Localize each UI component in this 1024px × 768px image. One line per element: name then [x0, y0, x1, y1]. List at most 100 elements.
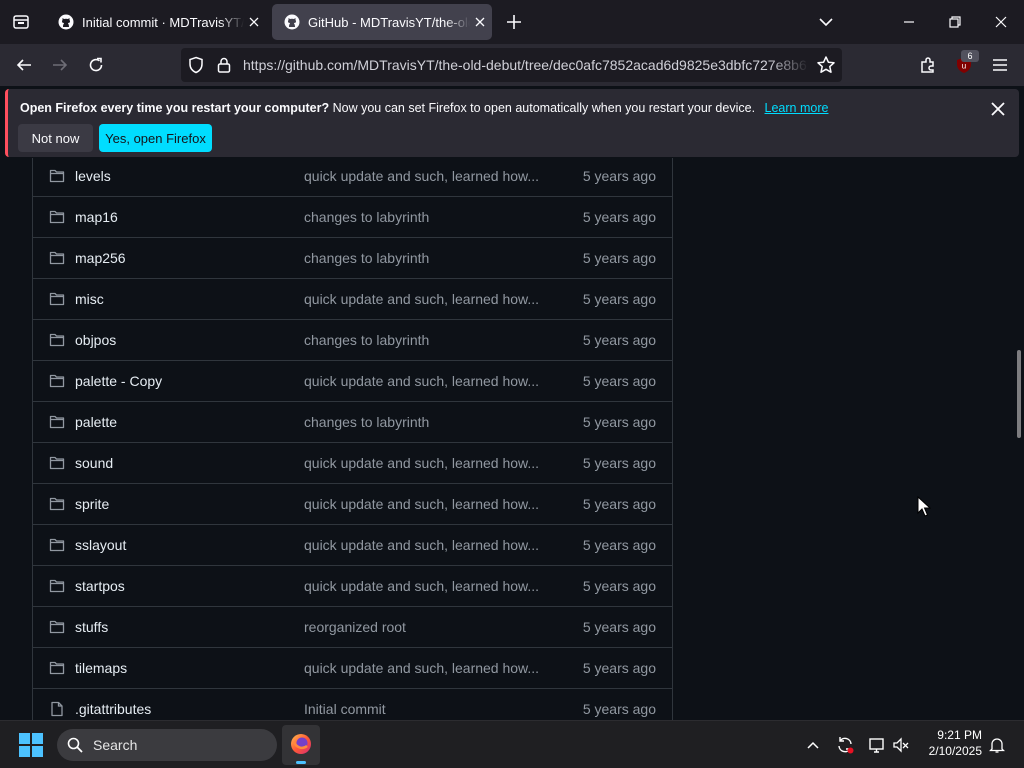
network-tray-button[interactable]: [865, 733, 889, 757]
folder-icon: [49, 660, 65, 676]
sync-tray-button[interactable]: [833, 733, 857, 757]
file-name-link[interactable]: tilemaps: [75, 648, 127, 688]
minimize-icon: [904, 21, 914, 23]
file-name-link[interactable]: map256: [75, 238, 126, 278]
close-tab-icon[interactable]: [472, 14, 488, 30]
commit-message-link[interactable]: changes to labyrinth: [304, 402, 429, 442]
puzzle-piece-icon: [921, 57, 934, 73]
system-clock[interactable]: 9:21 PM 2/10/2025: [918, 727, 982, 759]
github-icon: [58, 14, 74, 30]
file-row: map16 changes to labyrinth 5 years ago: [33, 197, 672, 238]
commit-age: 5 years ago: [582, 250, 656, 266]
commit-message-link[interactable]: quick update and such, learned how...: [304, 279, 539, 319]
notification-text: Now you can set Firefox to open automati…: [332, 101, 756, 115]
running-indicator: [296, 761, 306, 764]
firefox-icon: [291, 734, 311, 754]
close-tab-icon[interactable]: [246, 14, 262, 30]
network-icon: [869, 738, 884, 753]
commit-age: 5 years ago: [582, 373, 656, 389]
reload-button[interactable]: [80, 49, 112, 81]
learn-more-link[interactable]: Learn more: [765, 101, 829, 115]
not-now-button[interactable]: Not now: [18, 124, 93, 152]
search-label: Search: [93, 737, 138, 753]
new-tab-button[interactable]: [502, 10, 526, 34]
tab-initial-commit[interactable]: Initial commit · MDTravisYT/the-old-debu…: [46, 4, 266, 40]
folder-icon: [49, 537, 65, 553]
commit-message-link[interactable]: quick update and such, learned how...: [304, 525, 539, 565]
file-name-link[interactable]: palette: [75, 402, 117, 442]
file-row: palette - Copy quick update and such, lea…: [33, 361, 672, 402]
commit-message-link[interactable]: quick update and such, learned how...: [304, 443, 539, 483]
commit-message-link[interactable]: changes to labyrinth: [304, 320, 429, 360]
minimize-button[interactable]: [886, 0, 932, 44]
tab-github-repo[interactable]: GitHub - MDTravisYT/the-old-debut: [272, 4, 492, 40]
restore-button[interactable]: [932, 0, 978, 44]
file-name-link[interactable]: sound: [75, 443, 113, 483]
forward-button[interactable]: [44, 49, 76, 81]
taskbar-firefox-button[interactable]: [282, 725, 320, 765]
commit-message-link[interactable]: reorganized root: [304, 607, 406, 647]
volume-tray-button[interactable]: [889, 733, 913, 757]
close-icon: [995, 16, 1007, 28]
yes-open-firefox-button[interactable]: Yes, open Firefox: [99, 124, 212, 152]
browser-tab-strip: Initial commit · MDTravisYT/the-old-debu…: [0, 0, 1024, 44]
file-row: objpos changes to labyrinth 5 years ago: [33, 320, 672, 361]
restore-icon: [949, 16, 961, 28]
address-bar[interactable]: https://github.com/MDTravisYT/the-old-de…: [181, 48, 842, 82]
extension-badge-count: 6: [961, 50, 979, 62]
close-notification-icon[interactable]: [989, 100, 1007, 118]
commit-message-link[interactable]: quick update and such, learned how...: [304, 648, 539, 688]
folder-icon: [49, 291, 65, 307]
clock-time: 9:21 PM: [937, 728, 982, 742]
commit-message-link[interactable]: quick update and such, learned how...: [304, 158, 539, 196]
list-all-tabs-button[interactable]: [814, 10, 838, 34]
file-name-link[interactable]: startpos: [75, 566, 125, 606]
folder-icon: [49, 332, 65, 348]
commit-message-link[interactable]: changes to labyrinth: [304, 238, 429, 278]
tracking-protection-shield-icon[interactable]: [187, 56, 205, 74]
commit-message-link[interactable]: quick update and such, learned how...: [304, 361, 539, 401]
volume-muted-icon: [893, 737, 909, 753]
folder-icon: [49, 455, 65, 471]
back-button[interactable]: [8, 49, 40, 81]
firefox-view-button[interactable]: [0, 0, 42, 44]
chevron-down-icon: [819, 18, 833, 27]
file-row: stuffs reorganized root 5 years ago: [33, 607, 672, 648]
reload-icon: [89, 57, 103, 72]
file-name-link[interactable]: palette - Copy: [75, 361, 162, 401]
file-name-link[interactable]: map16: [75, 197, 118, 237]
folder-icon: [49, 619, 65, 635]
commit-age: 5 years ago: [582, 168, 656, 184]
file-row: .gitattributes Initial commit 5 years ago: [33, 689, 672, 720]
lock-icon[interactable]: [215, 56, 233, 74]
commit-message-link[interactable]: quick update and such, learned how...: [304, 484, 539, 524]
notifications-button[interactable]: [985, 733, 1009, 757]
file-name-link[interactable]: sprite: [75, 484, 109, 524]
bell-icon: [989, 738, 1005, 753]
commit-age: 5 years ago: [582, 619, 656, 635]
github-icon: [284, 14, 300, 30]
file-name-link[interactable]: objpos: [75, 320, 116, 360]
extensions-button[interactable]: [912, 49, 944, 81]
url-text[interactable]: https://github.com/MDTravisYT/the-old-de…: [243, 48, 809, 82]
folder-icon: [49, 250, 65, 266]
commit-message-link[interactable]: quick update and such, learned how...: [304, 566, 539, 606]
file-name-link[interactable]: misc: [75, 279, 104, 319]
file-name-link[interactable]: stuffs: [75, 607, 108, 647]
close-window-button[interactable]: [978, 0, 1024, 44]
file-name-link[interactable]: levels: [75, 158, 111, 196]
show-hidden-icons-button[interactable]: [801, 733, 825, 757]
app-menu-button[interactable]: [984, 49, 1016, 81]
windows-start-icon[interactable]: [19, 733, 43, 757]
file-name-link[interactable]: .gitattributes: [75, 689, 151, 720]
file-name-link[interactable]: sslayout: [75, 525, 126, 565]
bookmark-star-icon[interactable]: [816, 55, 836, 75]
commit-message-link[interactable]: Initial commit: [304, 689, 386, 720]
folder-icon: [49, 414, 65, 430]
taskbar-search-box[interactable]: Search: [57, 729, 277, 761]
page-scrollbar-thumb[interactable]: [1017, 350, 1021, 438]
notification-message: Open Firefox every time you restart your…: [20, 101, 828, 115]
commit-message-link[interactable]: changes to labyrinth: [304, 197, 429, 237]
file-list-table: levels quick update and such, learned how…: [32, 158, 673, 720]
file-row: levels quick update and such, learned how…: [33, 158, 672, 197]
